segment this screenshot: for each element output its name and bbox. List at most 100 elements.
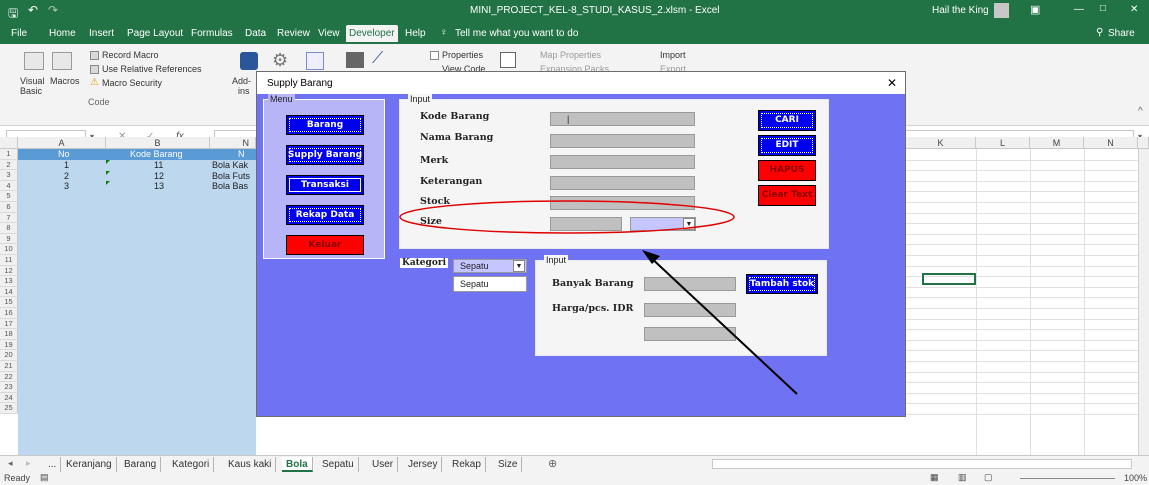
header-cell-nama[interactable]: N [238, 149, 245, 159]
user-name[interactable]: Hail the King [932, 5, 989, 16]
row-header[interactable]: 8 [0, 223, 18, 234]
sheet-tab-kategori[interactable]: Kategori [168, 457, 215, 472]
sheet-tab-rekap[interactable]: Rekap [448, 457, 486, 472]
share-icon[interactable]: ⚲ [1096, 27, 1103, 38]
row-header[interactable]: 3 [0, 170, 18, 181]
dialog-close-icon[interactable]: ✕ [887, 76, 897, 90]
header-cell-no[interactable]: No [58, 149, 70, 159]
row-header[interactable]: 20 [0, 350, 18, 361]
tab-home[interactable]: Home [46, 25, 79, 42]
row-header[interactable]: 22 [0, 371, 18, 383]
avatar[interactable] [994, 3, 1009, 18]
record-macro-button[interactable]: Record Macro [102, 50, 159, 60]
row-header[interactable]: 7 [0, 212, 18, 224]
zoom-slider[interactable] [1020, 478, 1115, 479]
cari-button[interactable]: CARI [758, 110, 816, 131]
add-sheet-icon[interactable]: ⊕ [548, 457, 557, 470]
stock-input[interactable] [550, 196, 695, 210]
row-header[interactable]: 25 [0, 403, 18, 414]
row-header[interactable]: 4 [0, 180, 18, 192]
row-header[interactable]: 10 [0, 244, 18, 255]
visual-basic-button[interactable]: Visual [20, 76, 44, 86]
header-cell-kode[interactable]: Kode Barang [130, 149, 183, 159]
row-header[interactable]: 12 [0, 265, 18, 277]
row-header[interactable]: 1 [0, 149, 18, 160]
clear-text-button[interactable]: Clear Text [758, 185, 816, 206]
cell-no-1[interactable]: 1 [64, 160, 69, 170]
map-properties-button[interactable]: Map Properties [540, 50, 601, 60]
relative-references-button[interactable]: Use Relative References [102, 64, 202, 74]
page-break-view-icon[interactable]: ▢ [984, 472, 993, 483]
tab-file[interactable]: File [8, 25, 30, 42]
cell-no-3[interactable]: 3 [64, 181, 69, 191]
kategori-dropdown-arrow[interactable]: ▼ [513, 260, 525, 272]
macro-recording-icon[interactable]: ▤ [40, 472, 49, 483]
cell-kode-2[interactable]: 12 [154, 171, 164, 181]
share-button[interactable]: Share [1105, 25, 1138, 42]
harga-extra-input[interactable] [644, 327, 736, 341]
macros-button[interactable]: Macros [50, 76, 80, 86]
row-header[interactable]: 5 [0, 191, 18, 202]
normal-view-icon[interactable]: ▦ [930, 472, 939, 483]
row-header[interactable]: 11 [0, 255, 18, 266]
row-header[interactable]: 16 [0, 308, 18, 319]
settings-icon[interactable]: ⚙ [272, 50, 288, 71]
next-sheet-icon[interactable]: ▸ [26, 458, 31, 469]
row-header[interactable]: 6 [0, 202, 18, 213]
sheet-tab-kaus-kaki[interactable]: Kaus kaki [224, 457, 277, 472]
cell-nama-3[interactable]: Bola Bas [212, 181, 256, 191]
sheet-tab-bola[interactable]: Bola [282, 457, 313, 472]
row-header[interactable]: 13 [0, 276, 18, 287]
column-header-b[interactable]: B [106, 137, 210, 149]
sheet-tab-sepatu[interactable]: Sepatu [318, 457, 359, 472]
macro-security-button[interactable]: Macro Security [102, 78, 162, 88]
tab-page-layout[interactable]: Page Layout [124, 25, 186, 42]
column-header-m[interactable]: M [1030, 137, 1084, 149]
sheet-tab-keranjang[interactable]: Keranjang [62, 457, 117, 472]
tab-data[interactable]: Data [242, 25, 269, 42]
cell-nama-1[interactable]: Bola Kak [212, 160, 256, 170]
horizontal-scrollbar[interactable] [712, 459, 1132, 469]
row-header[interactable]: 15 [0, 297, 18, 308]
properties-button[interactable]: Properties [442, 50, 483, 60]
selected-cell[interactable] [922, 273, 976, 285]
row-header[interactable]: 2 [0, 159, 18, 171]
banyak-barang-input[interactable] [644, 277, 736, 291]
sheet-tab-user[interactable]: User [368, 457, 399, 472]
insert-controls-icon[interactable] [346, 52, 364, 68]
row-header[interactable]: 24 [0, 392, 18, 404]
redo-icon[interactable]: ↷ [48, 3, 58, 17]
kategori-listbox[interactable]: Sepatu [453, 276, 527, 292]
addins-button[interactable]: Add- [232, 76, 251, 86]
keluar-button[interactable]: Keluar [286, 235, 364, 255]
cell-kode-1[interactable]: 11 [154, 160, 163, 170]
size-dropdown-arrow[interactable]: ▼ [683, 218, 695, 230]
barang-button[interactable]: Barang [286, 115, 364, 135]
tab-formulas[interactable]: Formulas [188, 25, 236, 42]
close-icon[interactable]: ✕ [1130, 4, 1138, 15]
tab-review[interactable]: Review [274, 25, 313, 42]
cell-nama-2[interactable]: Bola Futs [212, 171, 256, 181]
tab-help[interactable]: Help [402, 25, 429, 42]
nama-barang-input[interactable] [550, 134, 695, 148]
transaksi-button[interactable]: Transaksi [286, 175, 364, 195]
rekap-data-button[interactable]: Rekap Data [286, 205, 364, 225]
row-header[interactable]: 14 [0, 286, 18, 298]
row-header[interactable]: 21 [0, 361, 18, 372]
prev-sheet-icon[interactable]: ◂ [8, 458, 13, 469]
row-header[interactable]: 18 [0, 329, 18, 340]
merk-input[interactable] [550, 155, 695, 169]
harga-input[interactable] [644, 303, 736, 317]
ribbon-display-icon[interactable]: ▣ [1030, 3, 1040, 16]
column-header-l[interactable]: L [976, 137, 1030, 149]
kode-barang-input[interactable]: | [550, 112, 695, 126]
keterangan-input[interactable] [550, 176, 695, 190]
column-header-c[interactable]: N [210, 137, 256, 149]
sheet-tab-more[interactable]: ... [44, 457, 62, 472]
row-header[interactable]: 17 [0, 318, 18, 330]
design-mode-icon[interactable]: ⟋ [372, 50, 383, 68]
size-input[interactable] [550, 217, 622, 231]
tab-insert[interactable]: Insert [86, 25, 117, 42]
sheet-tab-jersey[interactable]: Jersey [404, 457, 443, 472]
page-layout-view-icon[interactable]: ▥ [958, 472, 967, 483]
